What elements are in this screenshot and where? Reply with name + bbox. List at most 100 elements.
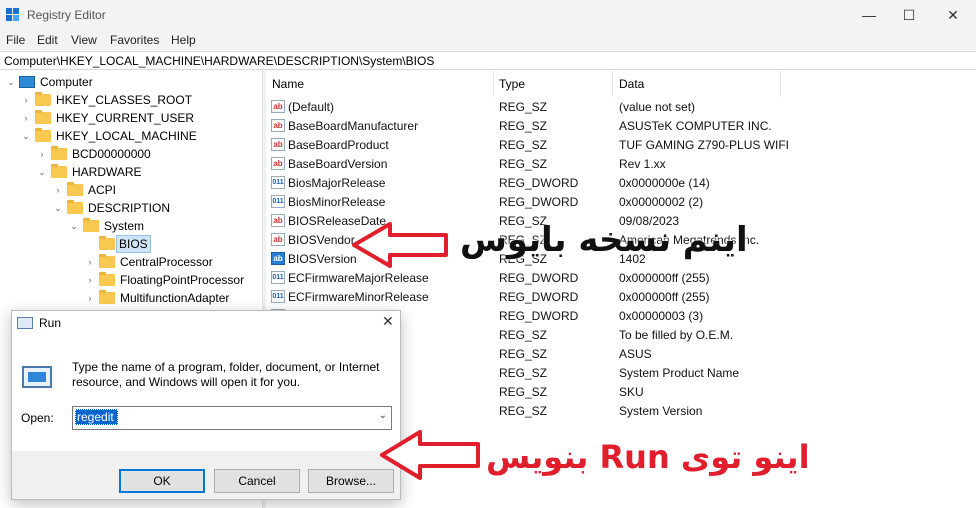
value-type: REG_DWORD [499,309,579,323]
tree-item-multifunction-adapter[interactable]: › MultifunctionAdapter [0,289,262,307]
collapse-icon[interactable]: ⌄ [69,220,79,232]
column-divider[interactable] [780,71,781,97]
run-open-input[interactable]: regedit ⌄ [72,406,392,430]
menu-view[interactable]: View [71,33,97,47]
expand-icon[interactable]: › [37,148,47,160]
folder-icon [99,236,115,250]
address-bar[interactable]: Computer\HKEY_LOCAL_MACHINE\HARDWARE\DES… [0,51,976,70]
value-type: REG_DWORD [499,290,579,304]
value-type: REG_SZ [499,119,548,133]
tree-item-label: BIOS [116,235,151,253]
string-value-icon: ab [271,214,285,227]
value-type: REG_SZ [499,157,548,171]
tree-item-hkey-current-user[interactable]: › HKEY_CURRENT_USER [0,109,262,127]
tree-item-label: CentralProcessor [120,255,213,269]
tree-item-acpi[interactable]: › ACPI [0,181,262,199]
chevron-down-icon[interactable]: ⌄ [379,410,387,421]
menu-bar: File Edit View Favorites Help [0,30,976,50]
tree-item-description[interactable]: ⌄ DESCRIPTION [0,199,262,217]
column-divider[interactable] [612,71,613,97]
folder-icon [67,200,83,214]
tree-item-label: System [104,219,145,233]
string-value-icon: ab [271,252,285,265]
value-data: TUF GAMING Z790-PLUS WIFI [619,138,790,152]
tree-item-hardware[interactable]: ⌄ HARDWARE [0,163,262,181]
value-data: To be filled by O.E.M. [619,328,734,342]
list-row[interactable]: 011 BiosMinorRelease REG_DWORD 0x00000002 (… [266,192,976,211]
folder-icon [67,182,83,196]
value-name: BaseBoardManufacturer [288,119,419,133]
run-open-label: Open: [21,411,54,425]
value-type: REG_SZ [499,328,548,342]
folder-icon [51,164,67,178]
value-name: ECFirmwareMajorRelease [288,271,429,285]
binary-value-icon: 011 [271,290,285,303]
value-data: (value not set) [619,100,696,114]
value-name: BiosMajorRelease [288,176,386,190]
column-divider[interactable] [493,71,494,97]
menu-help[interactable]: Help [171,33,196,47]
expand-icon[interactable]: › [85,292,95,304]
value-type: REG_SZ [499,385,548,399]
column-name[interactable]: Name [272,77,304,91]
value-data: SKU [619,385,644,399]
maximize-button[interactable]: ☐ [886,0,932,30]
folder-icon [51,146,67,160]
list-row[interactable]: 011 ECFirmwareMinorRelease REG_DWORD 0x0000… [266,287,976,306]
close-button[interactable]: ✕ [930,0,976,30]
tree-item-hkey-local-machine[interactable]: ⌄ HKEY_LOCAL_MACHINE [0,127,262,145]
list-row[interactable]: 011 BiosMajorRelease REG_DWORD 0x0000000e (… [266,173,976,192]
value-name: BaseBoardVersion [288,157,388,171]
tree-item-bcd00000000[interactable]: › BCD00000000 [0,145,262,163]
window-title: Registry Editor [27,8,106,22]
run-instruction-note: اینو توی Run بنویس [486,438,810,476]
expand-icon[interactable]: › [53,184,63,196]
tree-item-label: HARDWARE [72,165,142,179]
tree-item-label: HKEY_CLASSES_ROOT [56,93,193,107]
expand-icon[interactable]: › [21,112,31,124]
menu-file[interactable]: File [6,33,25,47]
value-data: ASUS [619,347,652,361]
expand-icon[interactable]: › [85,274,95,286]
list-row[interactable]: ab BaseBoardVersion REG_SZ Rev 1.xx [266,154,976,173]
tree-item-floating-point-processor[interactable]: › FloatingPointProcessor [0,271,262,289]
column-type[interactable]: Type [499,77,525,91]
expand-icon[interactable]: › [21,94,31,106]
tree-item-label: BCD00000000 [72,147,151,161]
collapse-icon[interactable]: ⌄ [53,202,63,214]
ok-button[interactable]: OK [119,469,205,493]
run-input-value[interactable]: regedit [75,409,118,425]
folder-icon [35,110,51,124]
menu-favorites[interactable]: Favorites [110,33,159,47]
run-dialog-body: Run ✕ Type the name of a program, folder… [12,311,400,451]
collapse-icon[interactable]: ⌄ [6,76,16,88]
value-name: (Default) [288,100,335,114]
value-name: BIOSVendor [288,233,355,247]
string-value-icon: ab [271,157,285,170]
tree-item-central-processor[interactable]: › CentralProcessor [0,253,262,271]
list-header: Name Type Data [266,71,976,97]
cancel-button[interactable]: Cancel [214,469,300,493]
list-row[interactable]: 011 ECFirmwareMajorRelease REG_DWORD 0x0000… [266,268,976,287]
expand-icon[interactable]: › [85,256,95,268]
column-data[interactable]: Data [619,77,644,91]
collapse-icon[interactable]: ⌄ [37,166,47,178]
folder-icon [35,92,51,106]
value-type: REG_DWORD [499,176,579,190]
tree-item-hkey-classes-root[interactable]: › HKEY_CLASSES_ROOT [0,91,262,109]
tree-item-system[interactable]: ⌄ System [0,217,262,235]
list-row[interactable]: ab (Default) REG_SZ (value not set) [266,97,976,116]
tree-item-computer[interactable]: ⌄ Computer [0,73,262,91]
list-row[interactable]: ab BaseBoardManufacturer REG_SZ ASUSTeK COM… [266,116,976,135]
run-dialog-title: Run [39,316,62,330]
run-close-button[interactable]: ✕ [382,313,394,330]
string-value-icon: ab [271,138,285,151]
string-value-icon: ab [271,233,285,246]
binary-value-icon: 011 [271,195,285,208]
menu-edit[interactable]: Edit [37,33,58,47]
tree-item-bios[interactable]: BIOS [0,235,262,253]
string-value-icon: ab [271,100,285,113]
list-row[interactable]: ab BaseBoardProduct REG_SZ TUF GAMING Z790-… [266,135,976,154]
collapse-icon[interactable]: ⌄ [21,130,31,142]
run-icon [17,317,33,329]
